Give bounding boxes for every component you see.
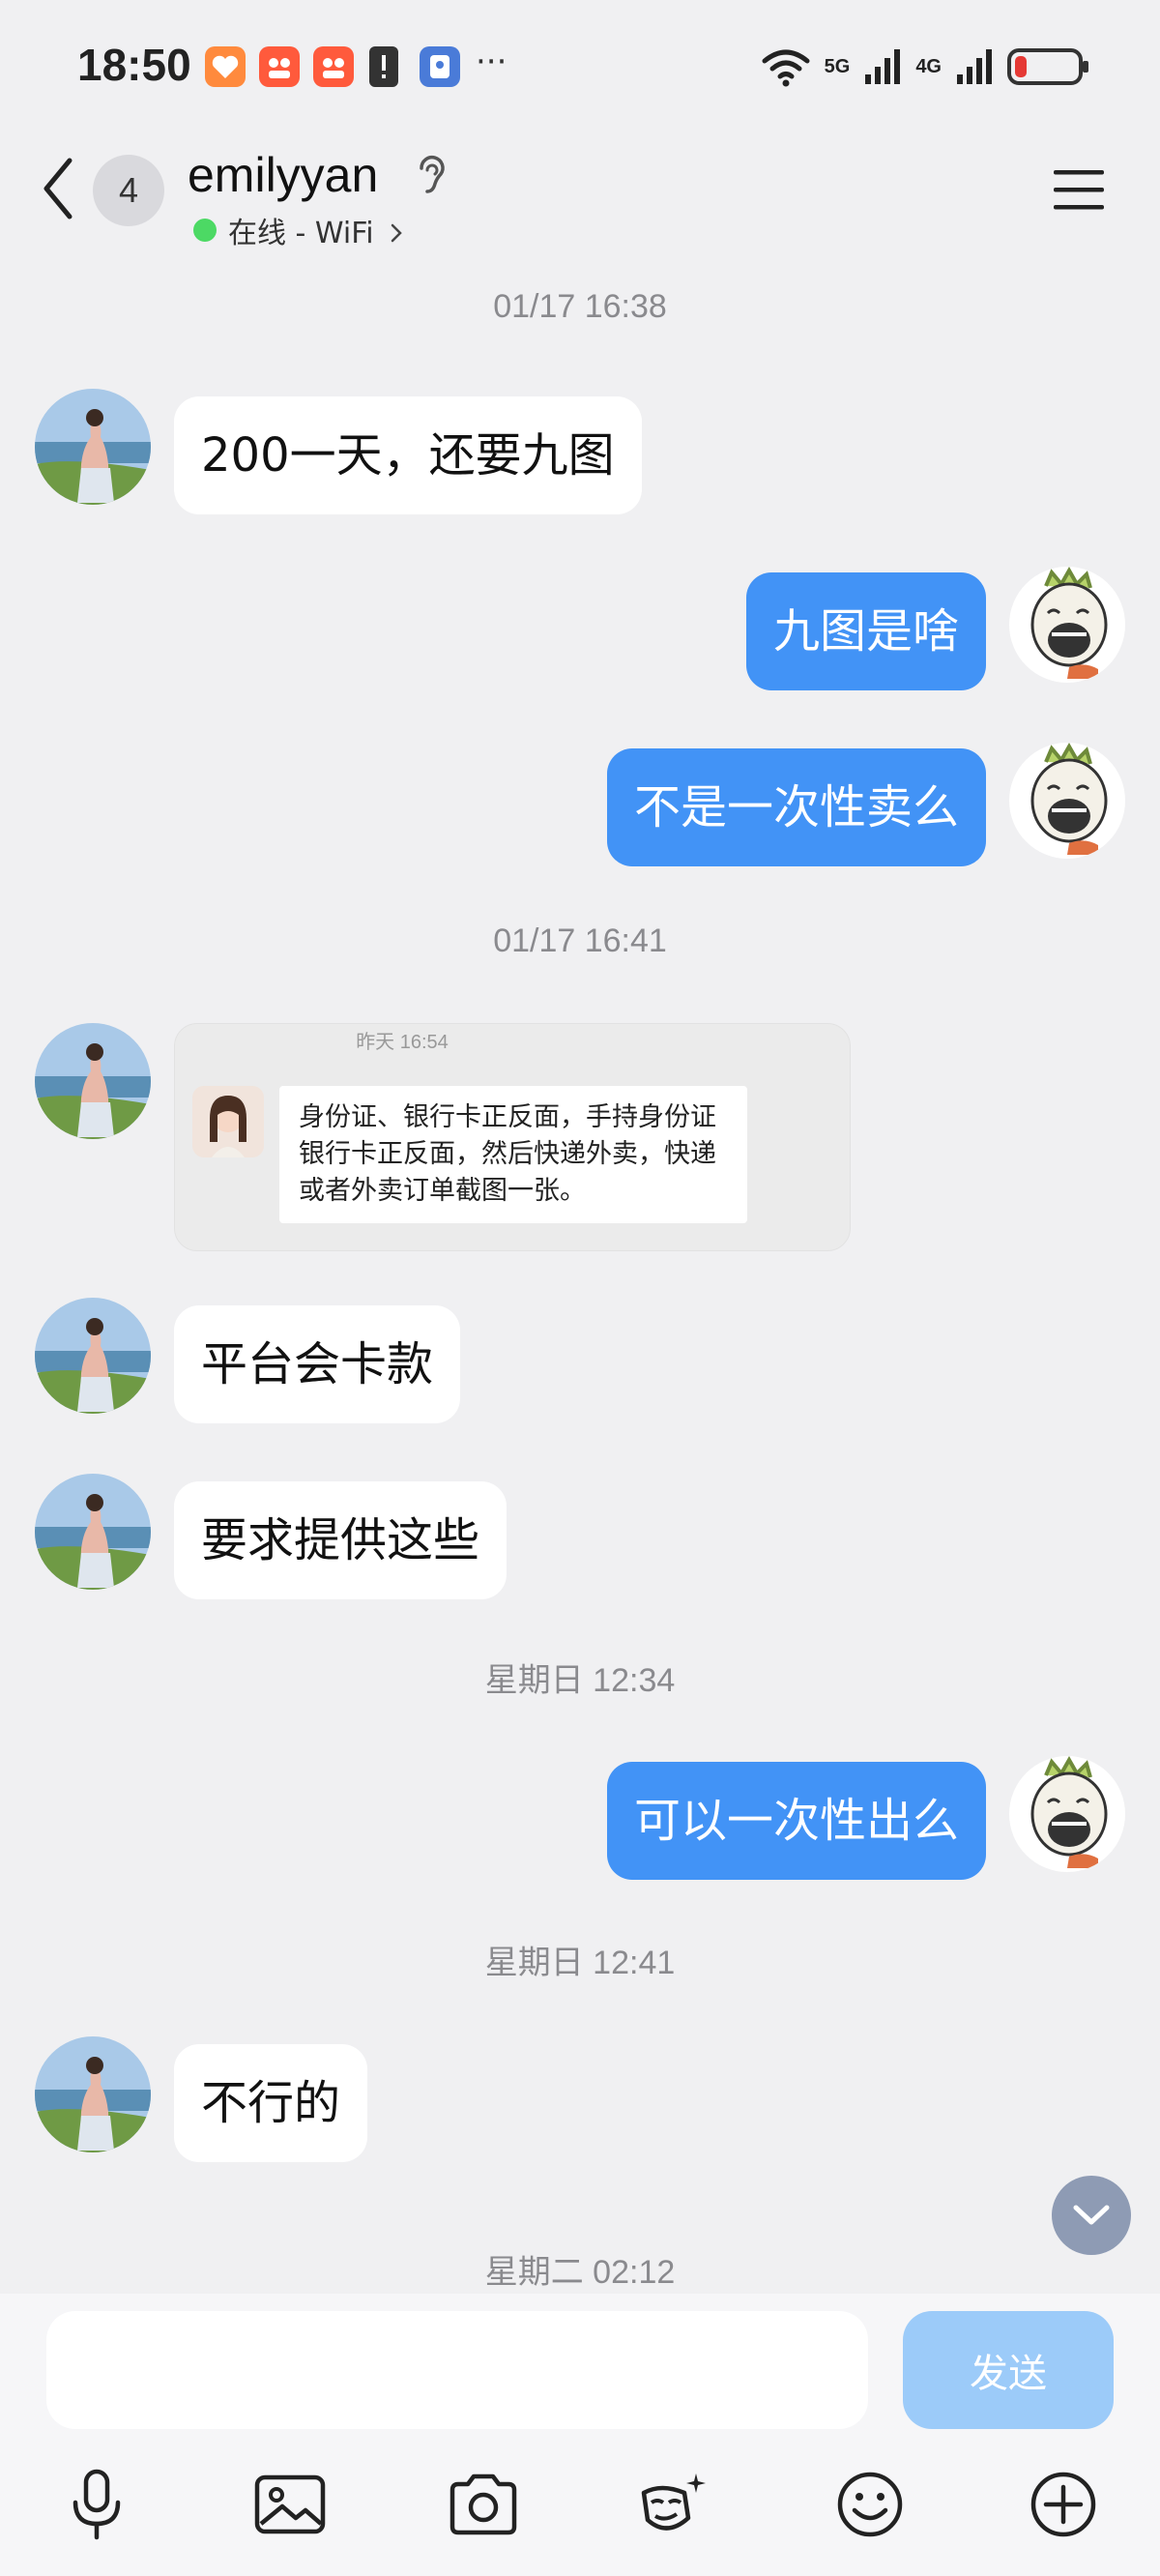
outgoing-message[interactable]: 可以一次性出么: [606, 1762, 986, 1880]
heart-app-icon: [205, 46, 246, 87]
my-avatar[interactable]: [1009, 1756, 1125, 1872]
chevron-right-icon: [391, 223, 402, 243]
camera-icon[interactable]: [445, 2466, 522, 2543]
signal-label-5g: 5G: [824, 55, 851, 77]
contact-avatar[interactable]: [35, 1474, 151, 1590]
online-status[interactable]: 在线 - WiFi: [228, 209, 404, 251]
contact-name[interactable]: emilyyan: [188, 147, 378, 203]
contact-avatar[interactable]: [35, 1023, 151, 1139]
outgoing-message[interactable]: 九图是啥: [745, 572, 986, 690]
battery-icon: [1007, 48, 1088, 85]
more-notifications-icon: ···: [476, 43, 508, 81]
input-toolbar: [0, 2456, 1160, 2553]
contact-avatar[interactable]: [35, 1298, 151, 1414]
incoming-message[interactable]: 要求提供这些: [174, 1481, 508, 1599]
security-app-icon: [420, 46, 460, 87]
chevron-down-icon: [1073, 2205, 1110, 2225]
my-avatar[interactable]: [1009, 567, 1125, 683]
image-icon[interactable]: [251, 2466, 329, 2543]
game-app-icon-2: [313, 46, 354, 87]
mic-icon[interactable]: [58, 2466, 135, 2543]
signal-bars-icon: [865, 49, 901, 84]
status-time: 18:50: [77, 40, 191, 90]
my-avatar[interactable]: [1009, 743, 1125, 859]
timestamp: 星期二 02:12: [484, 2254, 676, 2291]
signal-label-4g: 4G: [915, 55, 942, 77]
chat-header: [0, 145, 1160, 261]
alert-icon: [369, 46, 398, 87]
send-button[interactable]: 发送: [903, 2311, 1114, 2429]
sticker-icon[interactable]: [634, 2466, 711, 2543]
timestamp: 01/17 16:41: [493, 922, 667, 959]
contact-avatar[interactable]: [35, 389, 151, 505]
ear-icon[interactable]: [412, 153, 450, 197]
timestamp: 星期日 12:41: [484, 1945, 676, 1981]
incoming-message[interactable]: 平台会卡款: [174, 1305, 461, 1423]
signal-bars-icon-2: [957, 49, 992, 84]
timestamp: 星期日 12:34: [484, 1662, 676, 1699]
battery-level: [1015, 56, 1027, 77]
emoji-icon[interactable]: [831, 2466, 909, 2543]
online-indicator: [193, 219, 217, 242]
plus-icon[interactable]: [1025, 2466, 1102, 2543]
status-indicators: 5G 4G: [761, 43, 1088, 91]
back-arrow-icon[interactable]: [39, 155, 77, 222]
outgoing-message[interactable]: 不是一次性卖么: [606, 748, 986, 866]
quoted-avatar: [192, 1086, 264, 1157]
quoted-timestamp: 昨天 16:54: [356, 1032, 449, 1053]
unread-count-badge[interactable]: 4: [93, 155, 164, 226]
incoming-message[interactable]: 200一天，还要九图: [174, 396, 642, 514]
online-status-text: 在线 - WiFi: [228, 217, 374, 250]
status-bar: 18:50 ··· 5G 4G: [0, 0, 1160, 145]
game-app-icon: [259, 46, 300, 87]
menu-icon[interactable]: [1052, 166, 1106, 213]
quoted-text: 身份证、银行卡正反面，手持身份证银行卡正反面，然后快递外卖，快递或者外卖订单截图…: [279, 1086, 747, 1223]
incoming-message[interactable]: 不行的: [174, 2044, 368, 2162]
timestamp: 01/17 16:38: [493, 288, 667, 325]
wifi-icon: [762, 49, 810, 87]
scroll-to-bottom-button[interactable]: [1052, 2176, 1131, 2255]
contact-avatar[interactable]: [35, 2036, 151, 2152]
screenshot-image-message[interactable]: 昨天 16:54 身份证、银行卡正反面，手持身份证银行卡正反面，然后快递外卖，快…: [174, 1023, 851, 1251]
message-input[interactable]: [46, 2311, 868, 2429]
